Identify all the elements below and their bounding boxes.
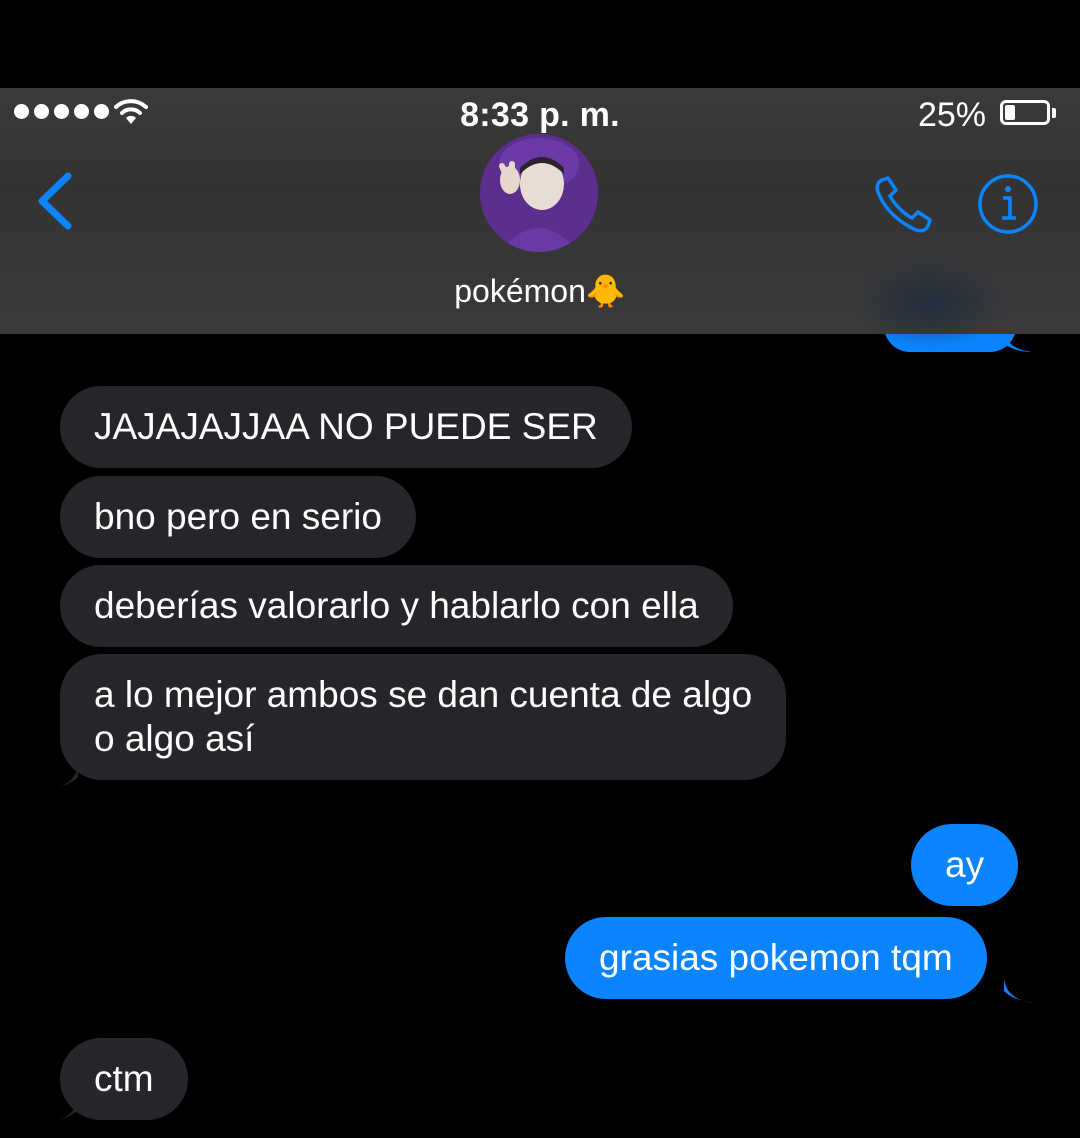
- status-bar: 8:33 p. m. 25%: [0, 88, 1080, 140]
- phone-icon: [875, 176, 932, 233]
- message-bubble-incoming[interactable]: deberías valorarlo y hablarlo con ella: [60, 565, 733, 647]
- battery-icon: [1000, 100, 1050, 125]
- avatar-image: [480, 134, 598, 252]
- message-bubble-incoming[interactable]: ctm: [60, 1038, 188, 1120]
- bubble-tail: [1004, 979, 1034, 1003]
- battery-percent: 25%: [917, 96, 986, 134]
- header-blur: [850, 258, 1010, 348]
- message-bubble-incoming[interactable]: a lo mejor ambos se dan cuenta de algo o…: [60, 654, 787, 780]
- battery-nub: [1052, 108, 1056, 118]
- chevron-left-icon: [38, 172, 72, 230]
- info-button[interactable]: [976, 172, 1040, 236]
- message-bubble-incoming[interactable]: JAJAJAJJAA NO PUEDE SER: [60, 386, 632, 468]
- message-bubble-outgoing[interactable]: ay: [911, 824, 1019, 906]
- back-button[interactable]: [30, 168, 80, 234]
- bubble-tail: [48, 1098, 78, 1122]
- contact-avatar[interactable]: [480, 134, 598, 252]
- call-button[interactable]: [872, 172, 936, 236]
- message-bubble-outgoing[interactable]: grasias pokemon tqm: [565, 917, 987, 999]
- bubble-tail: [48, 765, 78, 789]
- info-icon: [978, 174, 1038, 234]
- message-bubble-incoming[interactable]: bno pero en serio: [60, 476, 416, 558]
